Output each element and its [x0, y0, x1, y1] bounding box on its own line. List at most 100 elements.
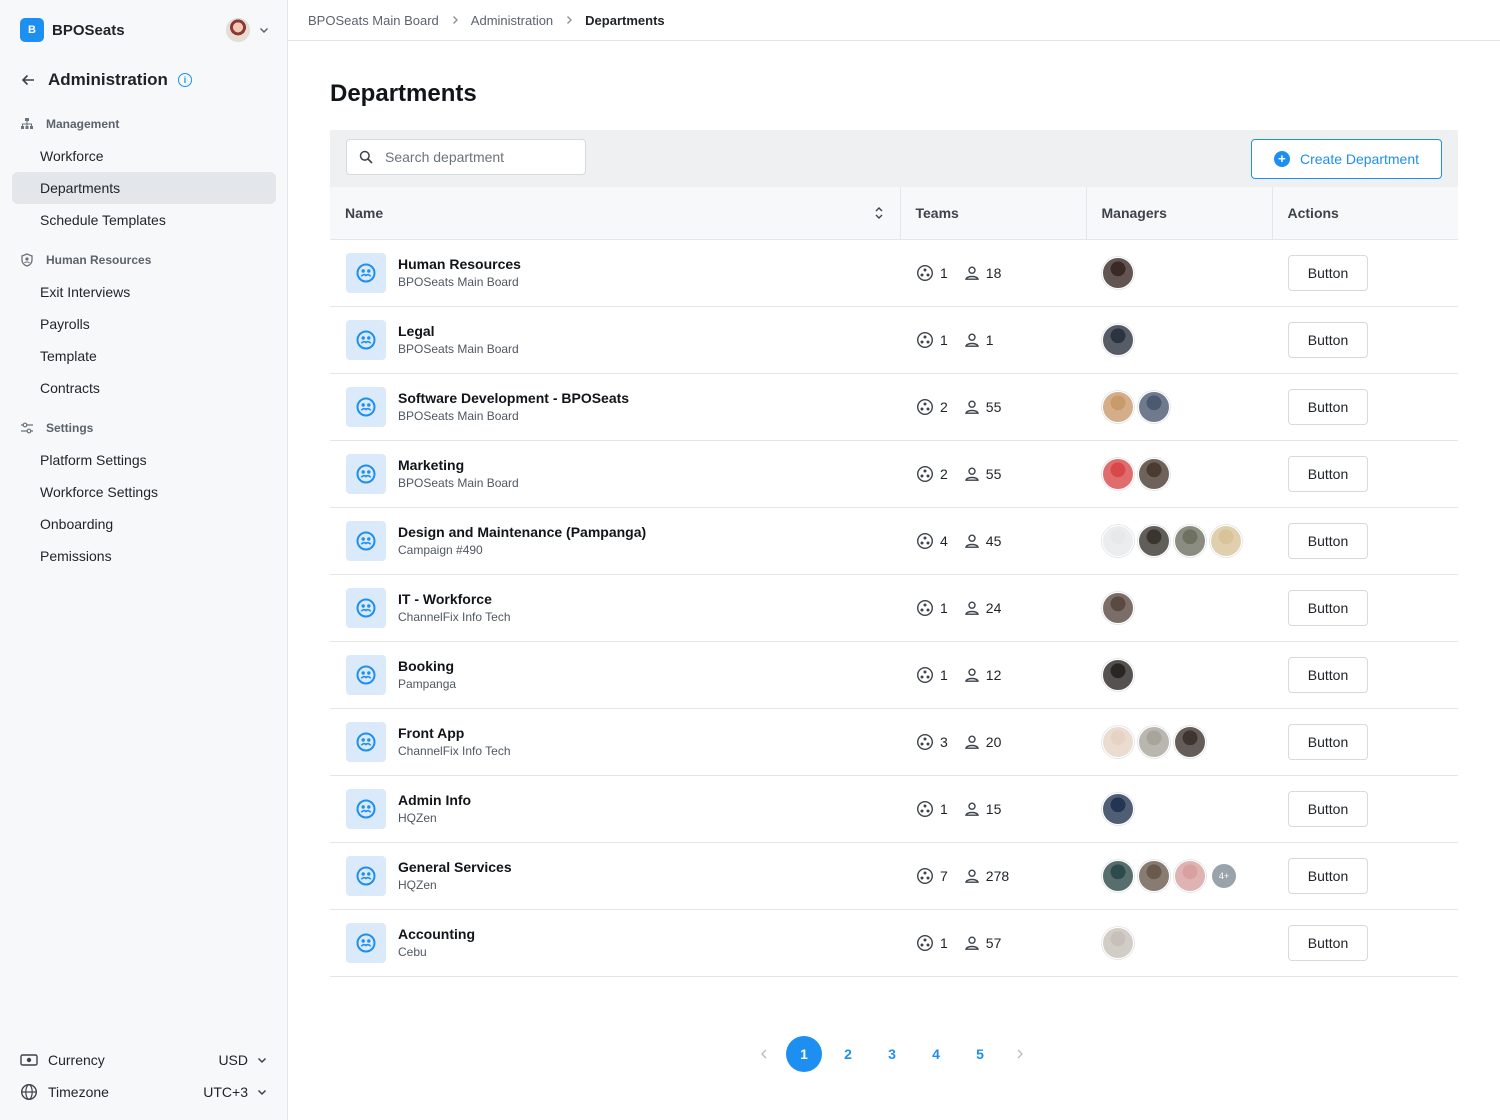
- manager-avatar[interactable]: [1102, 792, 1134, 825]
- column-header-label: Name: [345, 204, 384, 221]
- table-row[interactable]: General Services HQZen 7 278 4+ Button: [330, 842, 1458, 910]
- department-name[interactable]: Admin Info: [398, 791, 471, 809]
- prev-page-button[interactable]: [750, 1036, 778, 1072]
- table-row[interactable]: Booking Pampanga 1 12 Button: [330, 641, 1458, 709]
- cell-managers: [1086, 909, 1272, 977]
- manager-avatar[interactable]: [1102, 859, 1134, 892]
- table-row[interactable]: Legal BPOSeats Main Board 1 1 Button: [330, 306, 1458, 374]
- arrow-left-icon[interactable]: [20, 72, 36, 88]
- table-row[interactable]: IT - Workforce ChannelFix Info Tech 1 24…: [330, 574, 1458, 642]
- department-name[interactable]: Design and Maintenance (Pampanga): [398, 523, 646, 541]
- manager-avatar[interactable]: [1174, 725, 1206, 758]
- table-row[interactable]: Accounting Cebu 1 57 Button: [330, 909, 1458, 977]
- sidebar-item-schedule-templates[interactable]: Schedule Templates: [12, 204, 276, 236]
- cell-managers: [1086, 239, 1272, 307]
- manager-avatar[interactable]: [1138, 725, 1170, 758]
- sidebar-item-permissions[interactable]: Pemissions: [12, 540, 276, 572]
- manager-avatar[interactable]: [1102, 524, 1134, 557]
- breadcrumb-item[interactable]: BPOSeats Main Board: [308, 13, 439, 28]
- manager-avatar[interactable]: [1102, 591, 1134, 624]
- department-name[interactable]: Software Development - BPOSeats: [398, 389, 629, 407]
- manager-avatar[interactable]: [1138, 457, 1170, 490]
- table-row[interactable]: Software Development - BPOSeats BPOSeats…: [330, 373, 1458, 441]
- sidebar-item-workforce[interactable]: Workforce: [12, 140, 276, 172]
- manager-avatar[interactable]: [1102, 457, 1134, 490]
- manager-avatar[interactable]: [1102, 658, 1134, 691]
- row-action-button[interactable]: Button: [1288, 924, 1368, 961]
- department-name[interactable]: Front App: [398, 724, 511, 742]
- row-action-button[interactable]: Button: [1288, 455, 1368, 492]
- sidebar-item-exit-interviews[interactable]: Exit Interviews: [12, 276, 276, 308]
- cell-teams: 1 1: [900, 306, 1086, 374]
- department-name[interactable]: Marketing: [398, 456, 519, 474]
- sidebar-item-platform-settings[interactable]: Platform Settings: [12, 444, 276, 476]
- row-action-button[interactable]: Button: [1288, 388, 1368, 425]
- more-managers-badge[interactable]: 4+: [1212, 863, 1236, 888]
- row-action-button[interactable]: Button: [1288, 321, 1368, 358]
- department-board: Campaign #490: [398, 542, 483, 557]
- row-action-button[interactable]: Button: [1288, 857, 1368, 894]
- people-icon: [964, 533, 980, 549]
- page-number[interactable]: 1: [786, 1036, 822, 1072]
- currency-select[interactable]: USD: [218, 1052, 268, 1068]
- sidebar-item-template[interactable]: Template: [12, 340, 276, 372]
- chevron-down-icon: [257, 1089, 267, 1096]
- create-department-button[interactable]: + Create Department: [1251, 139, 1442, 179]
- table-row[interactable]: Design and Maintenance (Pampanga) Campai…: [330, 507, 1458, 575]
- user-menu[interactable]: [226, 18, 270, 42]
- manager-avatar[interactable]: [1174, 524, 1206, 557]
- department-name[interactable]: General Services: [398, 858, 512, 876]
- sidebar-item-payrolls[interactable]: Payrolls: [12, 308, 276, 340]
- manager-avatar[interactable]: [1138, 390, 1170, 423]
- next-page-button[interactable]: [1006, 1036, 1034, 1072]
- department-name[interactable]: Booking: [398, 657, 456, 675]
- table-row[interactable]: Front App ChannelFix Info Tech 3 20 Butt…: [330, 708, 1458, 776]
- shield-user-icon: [21, 253, 33, 267]
- department-name[interactable]: Accounting: [398, 925, 475, 943]
- info-icon[interactable]: i: [177, 73, 192, 87]
- row-action-button[interactable]: Button: [1288, 656, 1368, 693]
- search-input[interactable]: [385, 149, 565, 165]
- column-header-name[interactable]: Name: [330, 187, 901, 240]
- table-row[interactable]: Marketing BPOSeats Main Board 2 55 Butto…: [330, 440, 1458, 508]
- sidebar-item-onboarding[interactable]: Onboarding: [12, 508, 276, 540]
- manager-avatar[interactable]: [1102, 725, 1134, 758]
- row-action-button[interactable]: Button: [1288, 723, 1368, 760]
- row-action-button[interactable]: Button: [1288, 254, 1368, 291]
- column-header-actions: Actions: [1272, 187, 1458, 240]
- page-number[interactable]: 3: [874, 1036, 910, 1072]
- timezone-select[interactable]: UTC+3: [203, 1084, 268, 1100]
- department-name[interactable]: Human Resources: [398, 255, 521, 273]
- page-number[interactable]: 5: [962, 1036, 998, 1072]
- cell-name: Accounting Cebu: [330, 909, 900, 977]
- sort-icon: [875, 206, 882, 219]
- nav-section-title: Settings: [46, 421, 94, 435]
- manager-avatar[interactable]: [1102, 926, 1134, 959]
- manager-avatar[interactable]: [1138, 524, 1170, 557]
- department-name[interactable]: IT - Workforce: [398, 590, 511, 608]
- page-number[interactable]: 2: [830, 1036, 866, 1072]
- manager-avatar[interactable]: [1102, 323, 1134, 356]
- row-action-button[interactable]: Button: [1288, 589, 1368, 626]
- sidebar-item-contracts[interactable]: Contracts: [12, 372, 276, 404]
- manager-avatar[interactable]: [1138, 859, 1170, 892]
- brand[interactable]: B BPOSeats: [20, 18, 125, 42]
- manager-avatar[interactable]: [1210, 524, 1242, 557]
- row-action-button[interactable]: Button: [1288, 790, 1368, 827]
- table-row[interactable]: Admin Info HQZen 1 15 Button: [330, 775, 1458, 843]
- cell-actions: Button: [1272, 775, 1458, 843]
- cell-actions: Button: [1272, 440, 1458, 508]
- table-row[interactable]: Human Resources BPOSeats Main Board 1 18…: [330, 239, 1458, 307]
- row-action-button[interactable]: Button: [1288, 522, 1368, 559]
- cell-managers: [1086, 708, 1272, 776]
- manager-avatar[interactable]: [1174, 859, 1206, 892]
- nav-section-title: Human Resources: [46, 253, 152, 267]
- manager-avatar[interactable]: [1102, 256, 1134, 289]
- breadcrumb-item[interactable]: Administration: [471, 13, 553, 28]
- cell-actions: Button: [1272, 373, 1458, 441]
- page-number[interactable]: 4: [918, 1036, 954, 1072]
- sidebar-item-departments[interactable]: Departments: [12, 172, 276, 204]
- sidebar-item-workforce-settings[interactable]: Workforce Settings: [12, 476, 276, 508]
- department-name[interactable]: Legal: [398, 322, 519, 340]
- manager-avatar[interactable]: [1102, 390, 1134, 423]
